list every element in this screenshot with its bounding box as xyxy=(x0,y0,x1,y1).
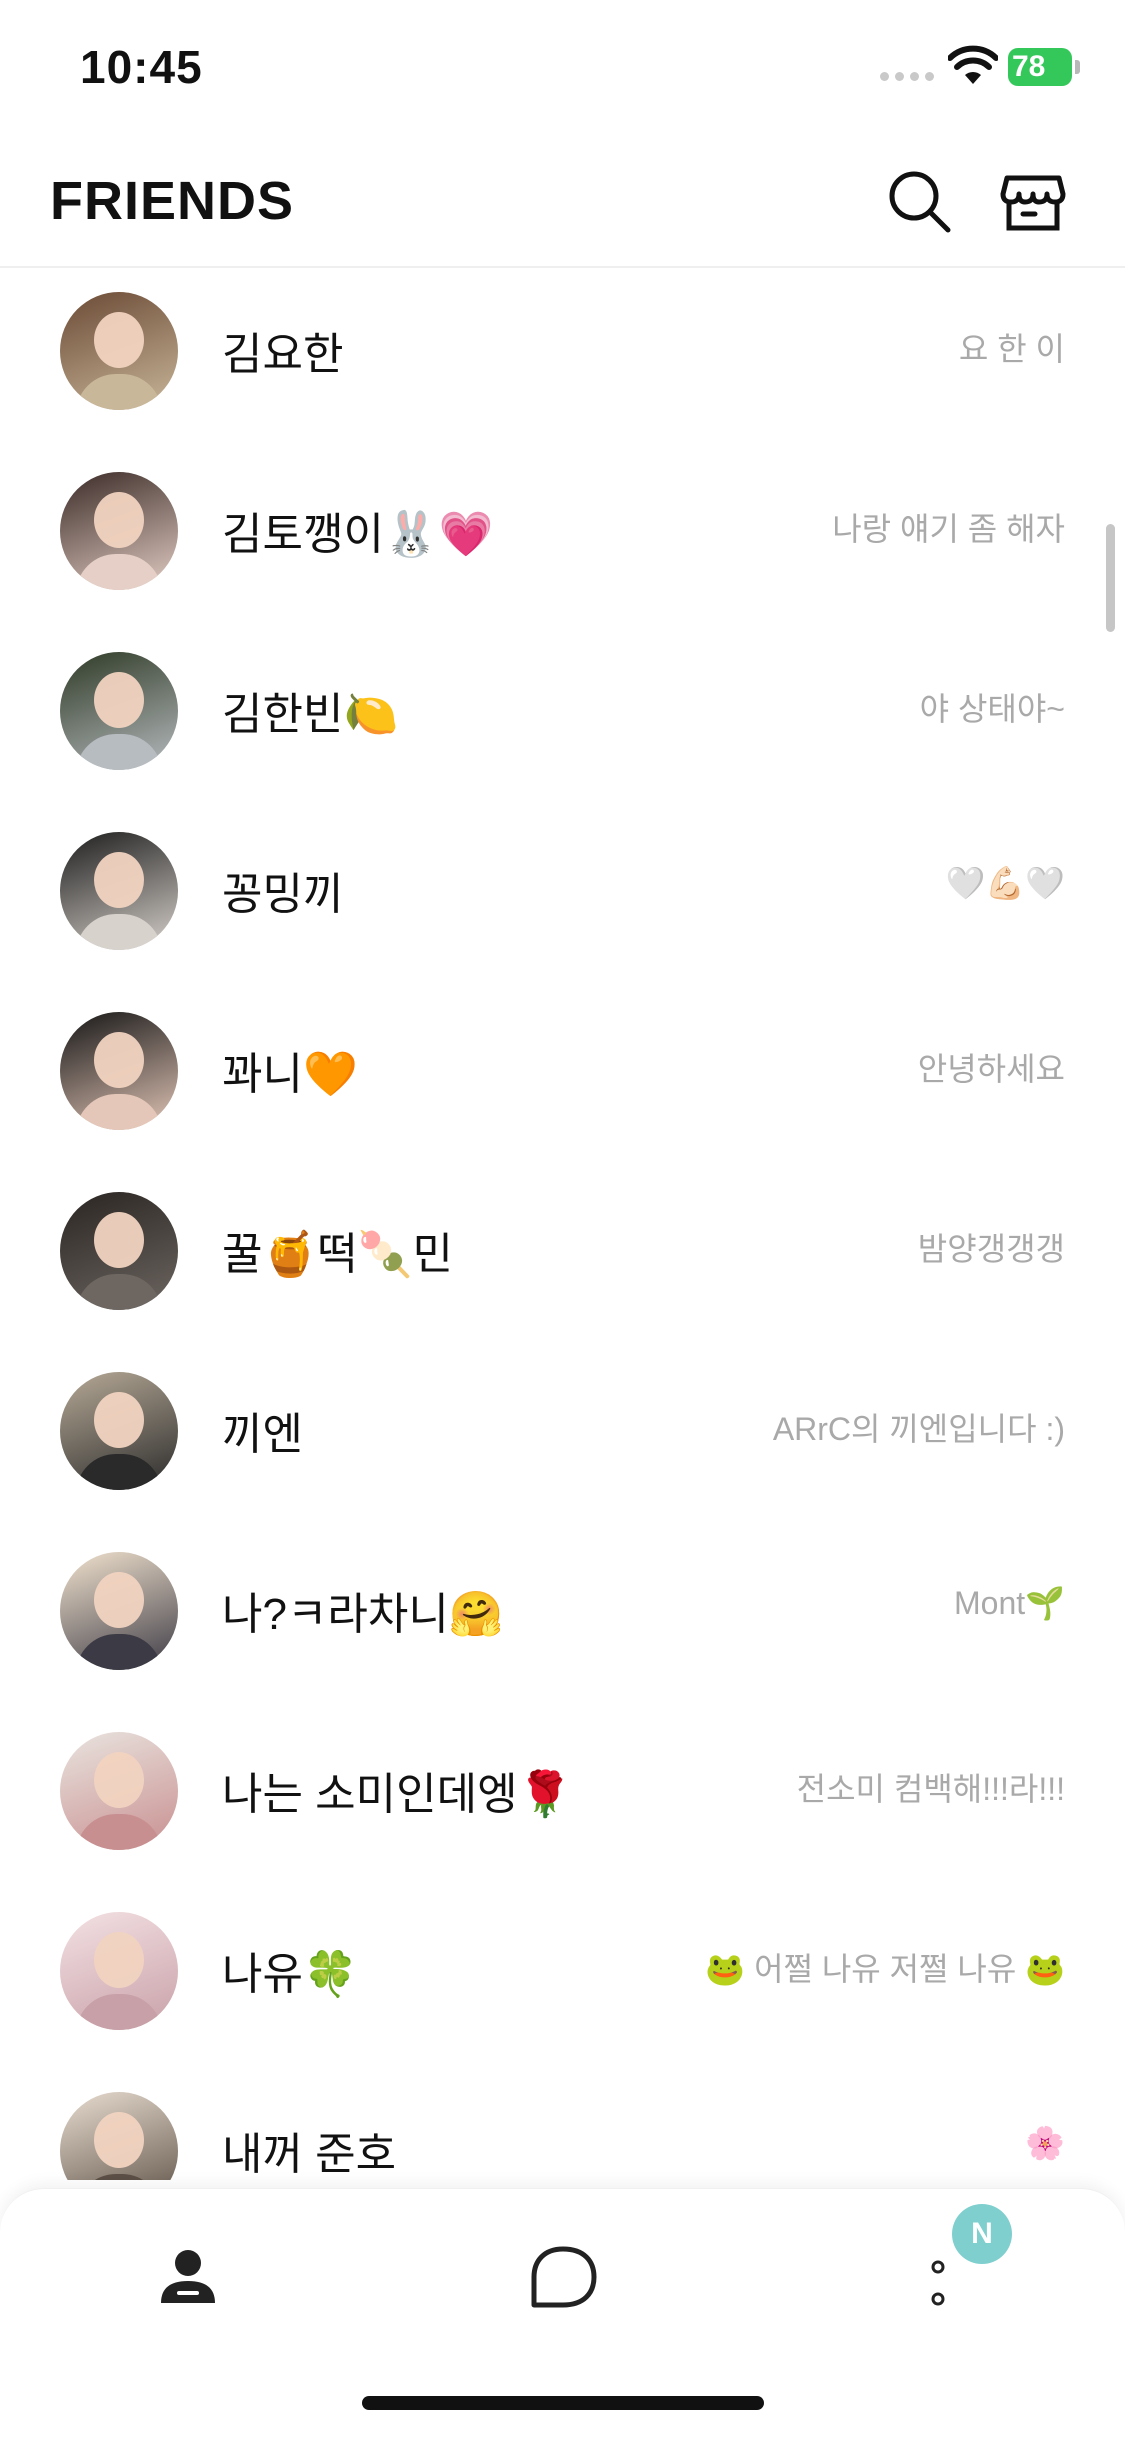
shop-icon[interactable] xyxy=(993,162,1073,242)
friend-status-message: 안녕하세요 xyxy=(917,1051,1065,1087)
chat-bubble-icon[interactable] xyxy=(518,2233,608,2323)
avatar xyxy=(60,1372,178,1490)
avatar xyxy=(60,1912,178,2030)
friend-row[interactable]: 내꺼 준호 🌸 xyxy=(0,2068,1125,2180)
friend-status-message: 🤍💪🏻🤍 xyxy=(945,865,1065,901)
friend-row[interactable]: 김요한 요 한 이 xyxy=(0,268,1125,448)
battery-indicator: 78 xyxy=(1008,48,1080,88)
avatar xyxy=(60,1552,178,1670)
friends-list[interactable]: 김요한 요 한 이 김토깽이🐰💗 나랑 얘기 좀 해자 김한빈🍋 야 상태야~ … xyxy=(0,268,1125,2180)
friend-status-message: 🐸 어쩔 나유 저쩔 나유 🐸 xyxy=(705,1951,1065,1987)
search-icon[interactable] xyxy=(880,162,960,242)
friend-name: 꿀🍯떡🍡민 xyxy=(222,1230,454,1279)
battery-percent: 78 xyxy=(1012,50,1046,83)
avatar xyxy=(60,1012,178,1130)
avatar xyxy=(60,832,178,950)
scrollbar[interactable] xyxy=(1106,524,1115,632)
friend-row[interactable]: 꽁밍끼 🤍💪🏻🤍 xyxy=(0,808,1125,988)
header: FRIENDS xyxy=(0,150,1125,268)
friend-row[interactable]: 김한빈🍋 야 상태야~ xyxy=(0,628,1125,808)
friend-status-message: 전소미 컴백해!!!라!!! xyxy=(796,1771,1065,1807)
friend-name: 끼엔 xyxy=(222,1410,303,1459)
friend-status-message: 야 상태야~ xyxy=(919,691,1065,727)
status-time: 10:45 xyxy=(80,41,203,93)
page-title: FRIENDS xyxy=(50,171,295,231)
friend-row[interactable]: 김토깽이🐰💗 나랑 얘기 좀 해자 xyxy=(0,448,1125,628)
person-icon[interactable] xyxy=(143,2233,233,2323)
friend-row[interactable]: 꽈니🧡 안녕하세요 xyxy=(0,988,1125,1168)
friend-status-message: Mont🌱 xyxy=(954,1585,1065,1621)
notification-badge: N xyxy=(952,2204,1012,2264)
friend-name: 꽁밍끼 xyxy=(222,870,344,919)
avatar xyxy=(60,292,178,410)
status-bar: 10:45 78 xyxy=(0,0,1125,140)
friend-name: 나유🍀 xyxy=(222,1950,358,1999)
friend-status-message: 나랑 얘기 좀 해자 xyxy=(832,511,1065,547)
friend-name: 김요한 xyxy=(222,330,344,379)
friend-row[interactable]: 나유🍀 🐸 어쩔 나유 저쩔 나유 🐸 xyxy=(0,1888,1125,2068)
avatar xyxy=(60,2092,178,2180)
friend-status-message: ARrC의 끼엔입니다 :) xyxy=(772,1411,1065,1447)
friend-name: 꽈니🧡 xyxy=(222,1050,358,1099)
avatar xyxy=(60,652,178,770)
friend-status-message: 🌸 xyxy=(1025,2125,1065,2161)
friend-row[interactable]: 나는 소미인데엥🌹 전소미 컴백해!!!라!!! xyxy=(0,1708,1125,1888)
friend-status-message: 밤양갱갱갱 xyxy=(917,1231,1065,1267)
friend-name: 나는 소미인데엥🌹 xyxy=(222,1770,573,1819)
friend-status-message: 요 한 이 xyxy=(958,331,1065,367)
friend-row[interactable]: 꿀🍯떡🍡민 밤양갱갱갱 xyxy=(0,1168,1125,1348)
friend-name: 나?ㅋ라차니🤗 xyxy=(222,1590,504,1639)
avatar xyxy=(60,1732,178,1850)
home-indicator[interactable] xyxy=(362,2396,764,2410)
wifi-icon xyxy=(948,45,998,84)
avatar xyxy=(60,472,178,590)
friend-name: 김토깽이🐰💗 xyxy=(222,510,494,559)
avatar xyxy=(60,1192,178,1310)
friend-name: 내꺼 준호 xyxy=(222,2130,397,2179)
friend-row[interactable]: 나?ㅋ라차니🤗 Mont🌱 xyxy=(0,1528,1125,1708)
friend-name: 김한빈🍋 xyxy=(222,690,399,739)
cellular-signal-icon xyxy=(880,72,936,84)
friend-row[interactable]: 끼엔 ARrC의 끼엔입니다 :) xyxy=(0,1348,1125,1528)
